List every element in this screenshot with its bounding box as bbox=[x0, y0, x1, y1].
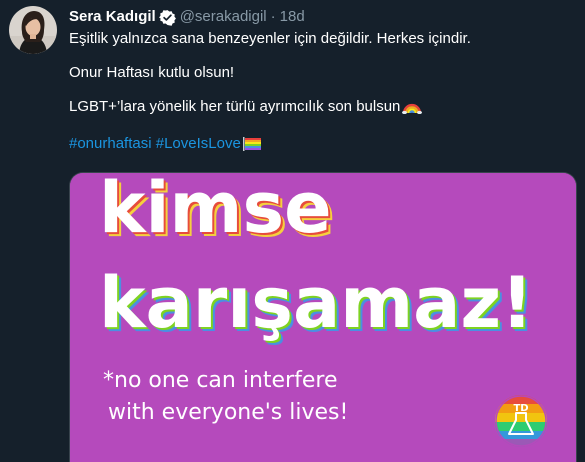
tweet-card[interactable]: Sera Kadıgil @serakadigil · 18d Eşitlik … bbox=[0, 0, 585, 462]
tweet-line-text: LGBT+’lara yönelik her türlü ayrımcılık … bbox=[69, 98, 401, 115]
hashtag-link[interactable]: #LoveIsLove bbox=[156, 135, 241, 152]
user-handle[interactable]: @serakadigil bbox=[180, 7, 267, 27]
poster-headline-line2: karışamaz! bbox=[99, 262, 533, 344]
tweet-line: Onur Haftası kutlu olsun! bbox=[69, 64, 235, 81]
poster-subtitle-line2: with everyone's lives! bbox=[108, 400, 348, 425]
rainbow-icon bbox=[402, 98, 423, 120]
tweet-timestamp[interactable]: 18d bbox=[280, 7, 305, 27]
tweet-header: Sera Kadıgil @serakadigil · 18d bbox=[69, 7, 305, 27]
tweet-text: Eşitlik yalnızca sana benzeyenler için d… bbox=[69, 29, 574, 157]
tweet-media-image[interactable]: kimse kimse kimse karışamaz! karışamaz! … bbox=[69, 172, 577, 462]
verified-badge-icon bbox=[158, 9, 176, 26]
tweet-line: LGBT+’lara yönelik her türlü ayrımcılık … bbox=[69, 97, 574, 120]
display-name[interactable]: Sera Kadıgil bbox=[69, 7, 156, 27]
poster-headline-line1: kimse bbox=[99, 173, 332, 249]
avatar[interactable] bbox=[9, 6, 57, 54]
tweet-line: Eşitlik yalnızca sana benzeyenler için d… bbox=[69, 30, 471, 47]
pride-poster: kimse kimse kimse karışamaz! karışamaz! … bbox=[70, 173, 576, 462]
poster-subtitle-line1: *no one can interfere bbox=[103, 368, 337, 393]
separator-dot: · bbox=[270, 8, 276, 25]
rainbow-flag-icon bbox=[242, 137, 261, 157]
profile-photo-icon bbox=[9, 6, 57, 54]
hashtag-link[interactable]: #onurhaftasi bbox=[69, 135, 152, 152]
tweet-hashtags: #onurhaftasi #LoveIsLove bbox=[69, 134, 574, 157]
